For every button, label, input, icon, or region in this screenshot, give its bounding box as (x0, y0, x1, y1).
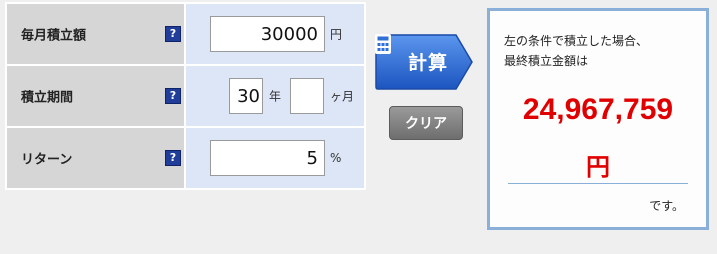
return-unit: % (330, 151, 342, 165)
result-amount: 24,967,759 (522, 93, 674, 126)
years-input[interactable] (229, 78, 263, 114)
return-rate-input[interactable] (210, 140, 325, 176)
monthly-label-cell: 毎月積立額 ? (5, 2, 186, 66)
monthly-row: 毎月積立額 ? 円 (5, 2, 366, 66)
return-label-cell: リターン ? (5, 126, 186, 190)
period-label: 積立期間 (21, 90, 74, 106)
clear-button[interactable]: クリア (389, 106, 463, 140)
result-lead-line2: 最終積立金額は (504, 54, 589, 68)
calculate-button[interactable]: 計算 (374, 33, 474, 91)
help-icon[interactable]: ? (165, 26, 181, 42)
monthly-label: 毎月積立額 (21, 28, 87, 44)
result-panel: 左の条件で積立した場合、 最終積立金額は 24,967,759 円 です。 (487, 8, 709, 230)
monthly-unit: 円 (330, 27, 343, 42)
input-form: 毎月積立額 ? 円 積立期間 ? 年 ヶ月 リターン ? % (5, 2, 366, 190)
result-unit: 円 (586, 153, 610, 181)
result-lead: 左の条件で積立した場合、 最終積立金額は (504, 31, 700, 71)
calculator-icon (375, 34, 391, 54)
months-unit: ヶ月 (330, 89, 355, 104)
period-label-cell: 積立期間 ? (5, 64, 186, 128)
months-input[interactable] (290, 78, 324, 114)
help-icon[interactable]: ? (165, 88, 181, 104)
monthly-amount-input[interactable] (210, 16, 325, 52)
period-row: 積立期間 ? 年 ヶ月 (5, 64, 366, 128)
years-unit: 年 (269, 89, 282, 104)
period-value-cell: 年 ヶ月 (184, 64, 366, 128)
divider (508, 183, 688, 184)
result-lead-line1: 左の条件で積立した場合、 (504, 34, 649, 48)
calculate-button-label: 計算 (408, 52, 449, 74)
monthly-value-cell: 円 (184, 2, 366, 66)
return-value-cell: % (184, 126, 366, 190)
return-row: リターン ? % (5, 126, 366, 190)
help-icon[interactable]: ? (165, 150, 181, 166)
result-tail: です。 (649, 199, 684, 213)
return-label: リターン (21, 152, 73, 168)
